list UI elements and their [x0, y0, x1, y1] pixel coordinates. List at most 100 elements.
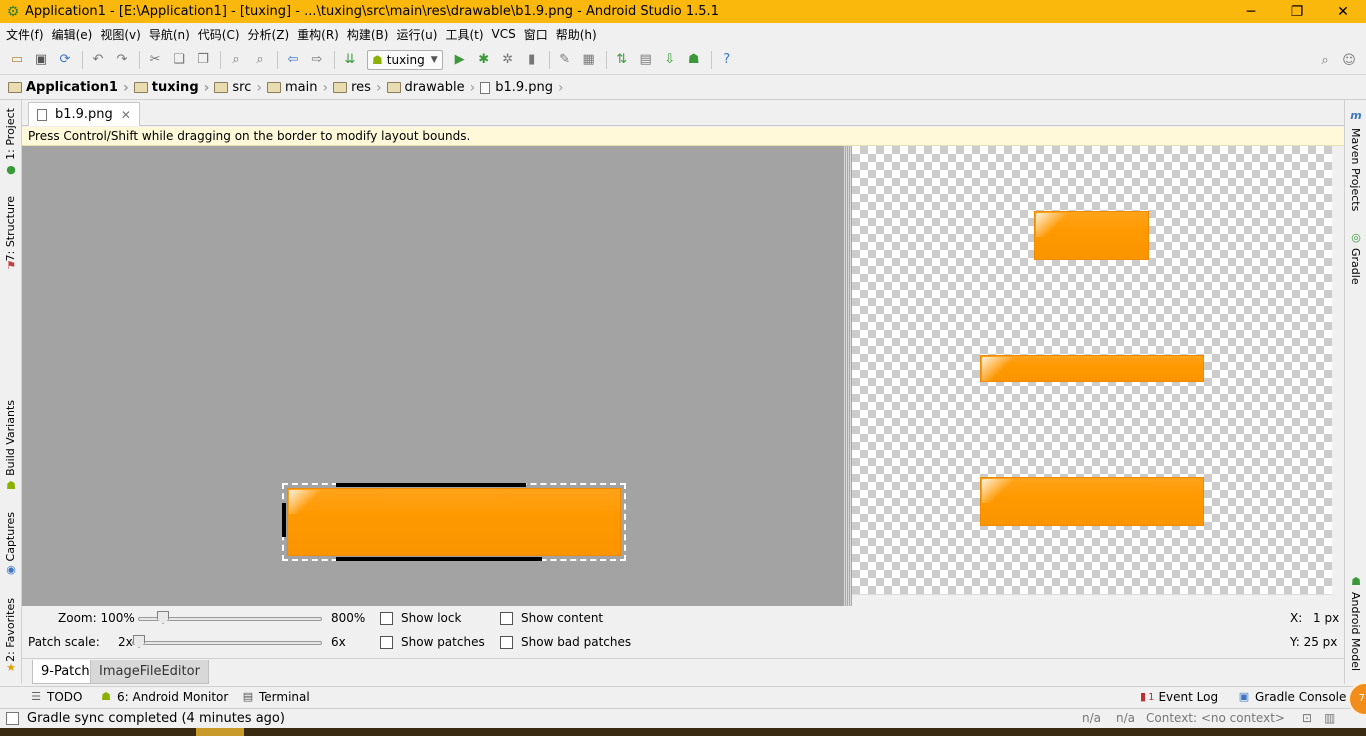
menu-tools[interactable]: 工具(t): [443, 26, 489, 43]
show-patches-checkbox[interactable]: [380, 636, 393, 649]
tool-window-android-monitor[interactable]: ☗ 6: Android Monitor: [100, 690, 228, 704]
preview-vertical-scrollbar[interactable]: [1332, 146, 1344, 606]
patch-scale-slider-thumb[interactable]: [133, 635, 145, 648]
avd-manager-icon[interactable]: ▤: [635, 49, 657, 71]
preview-horizontal-stretch: [980, 355, 1204, 382]
coverage-icon[interactable]: ✲: [497, 49, 519, 71]
ninepatch-image[interactable]: [282, 483, 626, 561]
menu-code[interactable]: 代码(C): [196, 26, 246, 43]
breadcrumb-item-file[interactable]: b1.9.png ›: [480, 80, 568, 96]
tool-tab-maven[interactable]: Maven Projects: [1349, 128, 1362, 211]
open-icon[interactable]: ▭: [6, 49, 28, 71]
sync-gradle-icon[interactable]: ⇅: [611, 49, 633, 71]
tool-tab-build-variants[interactable]: Build Variants: [4, 400, 17, 476]
menu-view[interactable]: 视图(v): [98, 26, 146, 43]
ninepatch-canvas[interactable]: [22, 146, 844, 606]
tool-window-todo[interactable]: ☰ TODO: [30, 690, 82, 704]
close-button[interactable]: ✕: [1320, 0, 1366, 23]
zoom-max-label: 800%: [331, 611, 366, 625]
back-icon[interactable]: ⇦: [282, 49, 304, 71]
user-icon[interactable]: ☺: [1338, 49, 1360, 71]
run-config-select[interactable]: ☗ tuxing ▼: [367, 49, 443, 70]
show-lock-checkbox[interactable]: [380, 612, 393, 625]
show-bad-patches-checkbox[interactable]: [500, 636, 513, 649]
toggle-tool-windows-icon[interactable]: [6, 712, 19, 725]
sdk-manager-icon[interactable]: ▦: [578, 49, 600, 71]
menu-build[interactable]: 构建(B): [345, 26, 395, 43]
android-icon: ☗: [101, 690, 111, 703]
zoom-slider-thumb[interactable]: [157, 611, 169, 624]
tool-tab-gradle[interactable]: Gradle: [1349, 248, 1362, 285]
breadcrumb-item-tuxing[interactable]: tuxing ›: [133, 80, 215, 96]
tool-tab-structure[interactable]: 7: Structure: [4, 196, 17, 261]
status-encoding: n/a: [1116, 711, 1136, 725]
make-icon[interactable]: ⇊: [339, 49, 361, 71]
android-icon: ☗: [372, 52, 383, 67]
help-icon[interactable]: ?: [716, 49, 738, 71]
redo-icon[interactable]: ↷: [111, 49, 133, 71]
breadcrumb-item-main[interactable]: main ›: [267, 80, 333, 96]
breadcrumb-item-drawable[interactable]: drawable ›: [386, 80, 481, 96]
breadcrumb-item-application1[interactable]: Application1 ›: [8, 80, 134, 96]
tool-tab-project[interactable]: 1: Project: [4, 108, 17, 160]
structure-icon: ⚑: [6, 259, 16, 272]
todo-icon: ☰: [31, 690, 41, 703]
status-line-col: n/a: [1082, 711, 1102, 725]
menu-navigate[interactable]: 导航(n): [147, 26, 196, 43]
menu-file[interactable]: 文件(f): [4, 26, 50, 43]
copy-icon[interactable]: ❏: [168, 49, 190, 71]
tool-window-event-log[interactable]: ▮ 1 Event Log: [1140, 690, 1218, 704]
cursor-x-value: 1 px: [1313, 611, 1340, 625]
breadcrumb: Application1 › tuxing › src › main › res › dr…: [0, 76, 1366, 100]
cut-icon[interactable]: ✂: [144, 49, 166, 71]
taskbar-active-app[interactable]: [196, 728, 244, 736]
event-icon[interactable]: ▥: [1324, 711, 1335, 725]
tool-tab-favorites[interactable]: 2: Favorites: [4, 598, 17, 662]
menu-edit[interactable]: 编辑(e): [50, 26, 99, 43]
tool-tab-android-model[interactable]: Android Model: [1349, 592, 1362, 671]
image-file-icon: [480, 81, 491, 94]
minimize-button[interactable]: ─: [1228, 0, 1274, 23]
tool-window-terminal[interactable]: ▤ Terminal: [242, 690, 310, 704]
replace-icon[interactable]: ⌕: [249, 49, 271, 71]
project-structure-icon[interactable]: ✎: [554, 49, 576, 71]
folder-icon: [386, 82, 401, 93]
show-content-checkbox[interactable]: [500, 612, 513, 625]
editor-tab-b1-9-png[interactable]: b1.9.png ✕: [28, 102, 140, 126]
stretch-marker-top[interactable]: [336, 483, 526, 487]
search-icon[interactable]: ⌕: [1314, 49, 1336, 71]
paste-icon[interactable]: ❐: [192, 49, 214, 71]
menu-run[interactable]: 运行(u): [394, 26, 443, 43]
android-device-monitor-icon[interactable]: ☗: [683, 49, 705, 71]
stretch-marker-left[interactable]: [282, 503, 286, 537]
save-icon[interactable]: ▣: [30, 49, 52, 71]
sdk-download-icon[interactable]: ⇩: [659, 49, 681, 71]
patch-scale-slider[interactable]: [132, 641, 322, 645]
run-icon[interactable]: ▶: [449, 49, 471, 71]
breadcrumb-item-src[interactable]: src ›: [214, 80, 267, 96]
content-marker-bottom[interactable]: [336, 557, 542, 561]
lock-icon[interactable]: ⊡: [1302, 711, 1312, 725]
forward-icon[interactable]: ⇨: [306, 49, 328, 71]
sync-icon[interactable]: ⟳: [54, 49, 76, 71]
menu-refactor[interactable]: 重构(R): [295, 26, 345, 43]
preview-horizontal-scrollbar[interactable]: [852, 594, 1332, 606]
find-icon[interactable]: ⌕: [225, 49, 247, 71]
status-bar: Gradle sync completed (4 minutes ago) n/…: [0, 708, 1366, 728]
debug-icon[interactable]: ✱: [473, 49, 495, 71]
menu-analyze[interactable]: 分析(Z): [246, 26, 296, 43]
tab-9-patch[interactable]: 9-Patch: [32, 660, 99, 684]
menu-vcs[interactable]: VCS: [490, 27, 522, 41]
show-patches-label: Show patches: [401, 635, 485, 649]
tool-window-gradle-console[interactable]: ▣ Gradle Console: [1238, 690, 1347, 704]
tab-image-file-editor[interactable]: ImageFileEditor: [90, 660, 209, 684]
close-icon[interactable]: ✕: [121, 108, 131, 122]
undo-icon[interactable]: ↶: [87, 49, 109, 71]
menu-help[interactable]: 帮助(h): [554, 26, 603, 43]
panel-splitter[interactable]: [844, 146, 852, 606]
stop-icon[interactable]: ▮: [521, 49, 543, 71]
restore-button[interactable]: ❐: [1274, 0, 1320, 23]
tool-tab-captures[interactable]: Captures: [4, 512, 17, 561]
breadcrumb-item-res[interactable]: res ›: [333, 80, 386, 96]
menu-window[interactable]: 窗口: [522, 26, 554, 43]
